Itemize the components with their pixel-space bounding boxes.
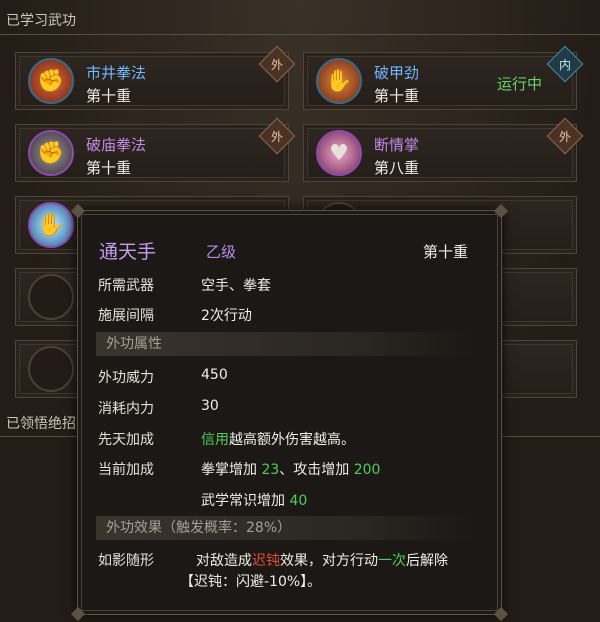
skill-level: 第十重 bbox=[374, 87, 420, 105]
outer-attr-band: 外功属性 bbox=[96, 332, 476, 356]
current-bonus-row: 当前加成 拳掌增加 23、攻击增加 200 bbox=[98, 459, 380, 479]
cost-row: 消耗内力 30 bbox=[98, 398, 219, 418]
power-value: 450 bbox=[201, 367, 228, 383]
bonus2-value: 200 bbox=[353, 462, 381, 478]
interval-label: 施展间隔 bbox=[98, 308, 154, 324]
innate-text: 越高额外伤害越高。 bbox=[229, 432, 355, 448]
skill-card-pojiajin[interactable]: ✋ 破甲劲 第十重 运行中 内 bbox=[303, 45, 584, 110]
bonus1-value: 23 bbox=[261, 462, 280, 478]
interval-row: 施展间隔 2次行动 bbox=[98, 305, 252, 325]
fist-burst-icon: ✊ bbox=[28, 58, 74, 104]
effect-green: 一次 bbox=[378, 553, 406, 569]
innate-label: 先天加成 bbox=[98, 432, 154, 448]
broken-heart-icon: ♥ bbox=[316, 130, 362, 176]
enlightened-section-title: 已领悟绝招 bbox=[6, 416, 76, 432]
skill-name: 市井拳法 bbox=[86, 64, 147, 82]
empty-slot bbox=[28, 346, 74, 392]
tooltip-grade: 乙级 bbox=[206, 243, 237, 261]
power-row: 外功威力 450 bbox=[98, 367, 228, 387]
innate-highlight: 信用 bbox=[201, 432, 229, 448]
skill-card-pomiao[interactable]: ✊ 破庙拳法 第十重 外 bbox=[15, 117, 296, 182]
current-bonus-value-2: 武学常识增加 40 bbox=[201, 493, 308, 509]
innate-row: 先天加成 信用越高额外伤害越高。 bbox=[98, 429, 355, 449]
cost-label: 消耗内力 bbox=[98, 401, 154, 417]
cost-value: 30 bbox=[201, 398, 219, 414]
divider bbox=[0, 34, 600, 35]
empty-slot bbox=[28, 274, 74, 320]
effect-line2: 【迟钝：闪避-10%】。 bbox=[180, 574, 322, 590]
skill-level: 第十重 bbox=[86, 159, 132, 177]
innate-value: 信用越高额外伤害越高。 bbox=[201, 429, 355, 449]
effect-text: 对敌造成迟钝效果，对方行动一次后解除 bbox=[196, 553, 448, 569]
skill-level: 第八重 bbox=[374, 159, 420, 177]
skill-name: 破甲劲 bbox=[374, 64, 420, 82]
running-status: 运行中 bbox=[496, 75, 542, 93]
effect-red: 迟钝 bbox=[252, 553, 280, 569]
current-bonus-value: 拳掌增加 23、攻击增加 200 bbox=[201, 462, 381, 478]
weapon-label: 所需武器 bbox=[98, 278, 154, 294]
learned-section-title: 已学习武功 bbox=[6, 13, 76, 29]
power-label: 外功威力 bbox=[98, 370, 154, 386]
skill-name: 断情掌 bbox=[374, 136, 420, 154]
skill-card-duanqing[interactable]: ♥ 断情掌 第八重 外 bbox=[303, 117, 584, 182]
effect-label: 如影随形 bbox=[98, 553, 154, 569]
tooltip-level: 第十重 bbox=[422, 243, 468, 261]
glowing-hand-icon: ✋ bbox=[28, 202, 74, 248]
current-bonus-label: 当前加成 bbox=[98, 462, 154, 478]
bonus3-value: 40 bbox=[289, 493, 308, 509]
effect-row: 如影随形 对敌造成迟钝效果，对方行动一次后解除 bbox=[98, 550, 448, 570]
effect-band: 外功效果（触发概率：28%） bbox=[96, 516, 476, 540]
skill-level: 第十重 bbox=[86, 87, 132, 105]
gauntlet-icon: ✊ bbox=[28, 130, 74, 176]
weapon-value: 空手、拳套 bbox=[201, 278, 271, 294]
skill-tooltip: 通天手 乙级 第十重 所需武器 空手、拳套 施展间隔 2次行动 外功属性 外功威… bbox=[70, 203, 509, 622]
skill-card-shijing[interactable]: ✊ 市井拳法 第十重 外 bbox=[15, 45, 296, 110]
paw-icon: ✋ bbox=[316, 58, 362, 104]
weapon-row: 所需武器 空手、拳套 bbox=[98, 275, 271, 295]
tooltip-title: 通天手 bbox=[99, 241, 157, 263]
interval-value: 2次行动 bbox=[201, 308, 252, 324]
skill-name: 破庙拳法 bbox=[86, 136, 147, 154]
